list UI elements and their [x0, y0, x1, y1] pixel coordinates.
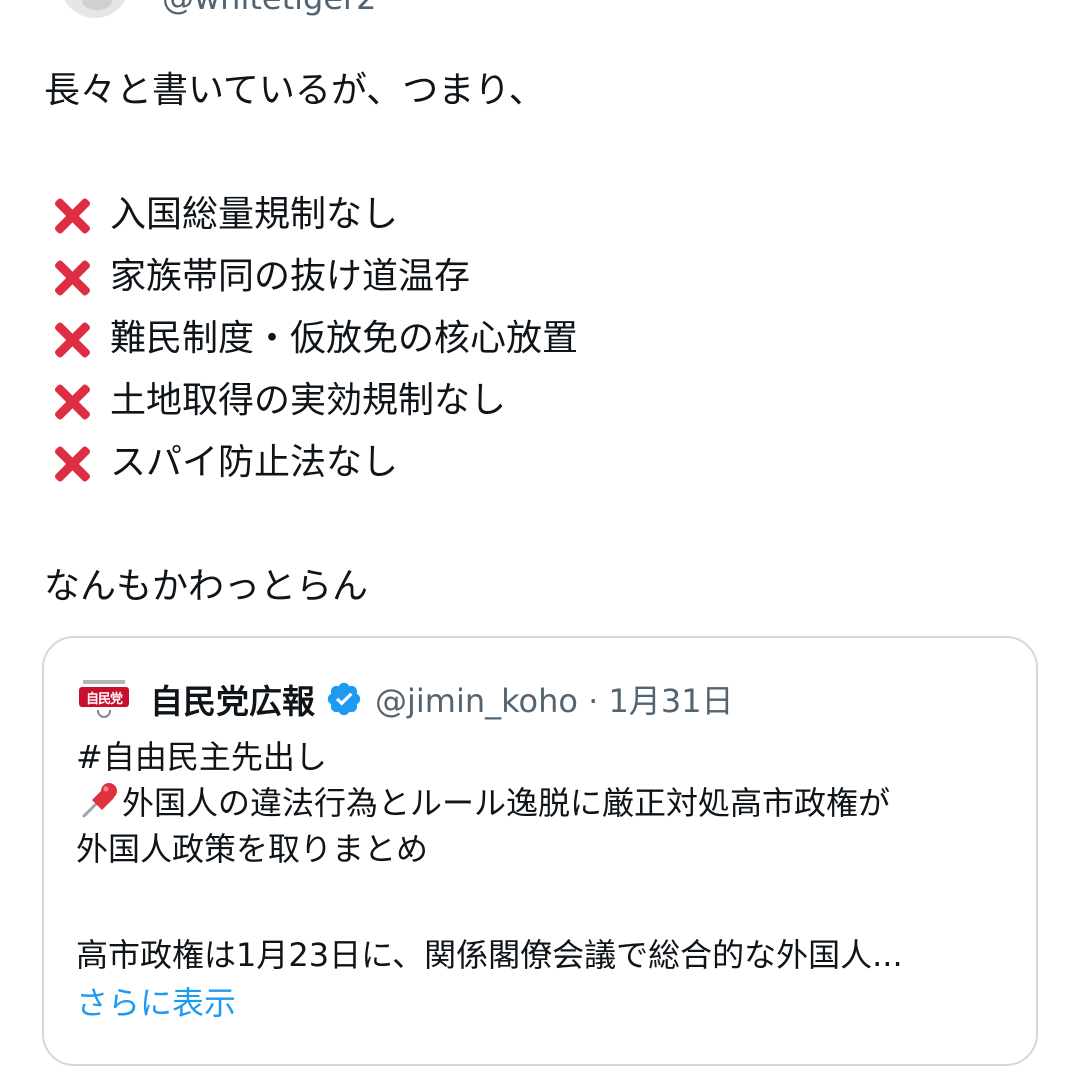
author-handle[interactable]: @whitetiger2 [162, 0, 377, 17]
quoted-line: 外国人の違法行為とルール逸脱に厳正対処高市政権が [76, 780, 1004, 826]
cross-mark-icon [46, 246, 96, 308]
cross-mark-icon [46, 184, 96, 246]
quoted-line: 外国人政策を取りまとめ [76, 830, 429, 868]
quoted-tweet-card[interactable]: 自民党 自民党広報 @jimin_koho · 1月31日 #自由民主先出し 外… [42, 636, 1038, 1066]
cross-mark-icon [46, 308, 96, 370]
quoted-handle-date[interactable]: @jimin_koho · 1月31日 [375, 676, 734, 722]
quoted-tweet-text: #自由民主先出し 外国人の違法行為とルール逸脱に厳正対処高市政権が 外国人政策を… [76, 734, 1004, 978]
list-item-text: スパイ防止法なし [110, 442, 399, 483]
hashtag-link[interactable]: #自由民主先出し [76, 738, 327, 776]
quoted-line: 高市政権は1月23日に、関係閣僚会議で総合的な外国人... [76, 936, 903, 974]
ldp-logo-avatar[interactable]: 自民党 [76, 677, 132, 721]
list-item: 家族帯同の抜け道温存 [44, 246, 1044, 308]
tweet-view: @whitetiger2 長々と書いているが、つまり、 入国総量規制なし 家族帯… [0, 0, 1080, 1068]
list-item-text: 土地取得の実効規制なし [110, 380, 507, 421]
cross-mark-icon [46, 432, 96, 494]
quoted-author-name[interactable]: 自民党広報 [150, 675, 315, 723]
author-header[interactable]: @whitetiger2 [60, 0, 377, 18]
quoted-author-header[interactable]: 自民党 自民党広報 @jimin_koho · 1月31日 [76, 676, 1004, 722]
list-item-text: 入国総量規制なし [110, 194, 399, 235]
pushpin-icon [82, 783, 117, 818]
cross-mark-icon [46, 370, 96, 432]
tweet-conclusion: なんもかわっとらん [44, 566, 369, 607]
list-item: 土地取得の実効規制なし [44, 370, 1044, 432]
list-item: スパイ防止法なし [44, 432, 1044, 494]
list-item: 入国総量規制なし [44, 184, 1044, 246]
hashtag-line: #自由民主先出し [76, 734, 1004, 780]
tweet-text: 長々と書いているが、つまり、 入国総量規制なし 家族帯同の抜け道温存 難民制度・… [44, 60, 1044, 618]
show-more-link[interactable]: さらに表示 [76, 980, 1004, 1026]
list-item: 難民制度・仮放免の核心放置 [44, 308, 1044, 370]
tweet-intro: 長々と書いているが、つまり、 [44, 70, 545, 111]
avatar[interactable] [60, 0, 130, 18]
ldp-logo-mark: 自民党 [79, 687, 129, 707]
list-item-text: 難民制度・仮放免の核心放置 [110, 318, 579, 359]
list-item-text: 家族帯同の抜け道温存 [110, 256, 471, 297]
verified-badge-icon [327, 682, 361, 716]
